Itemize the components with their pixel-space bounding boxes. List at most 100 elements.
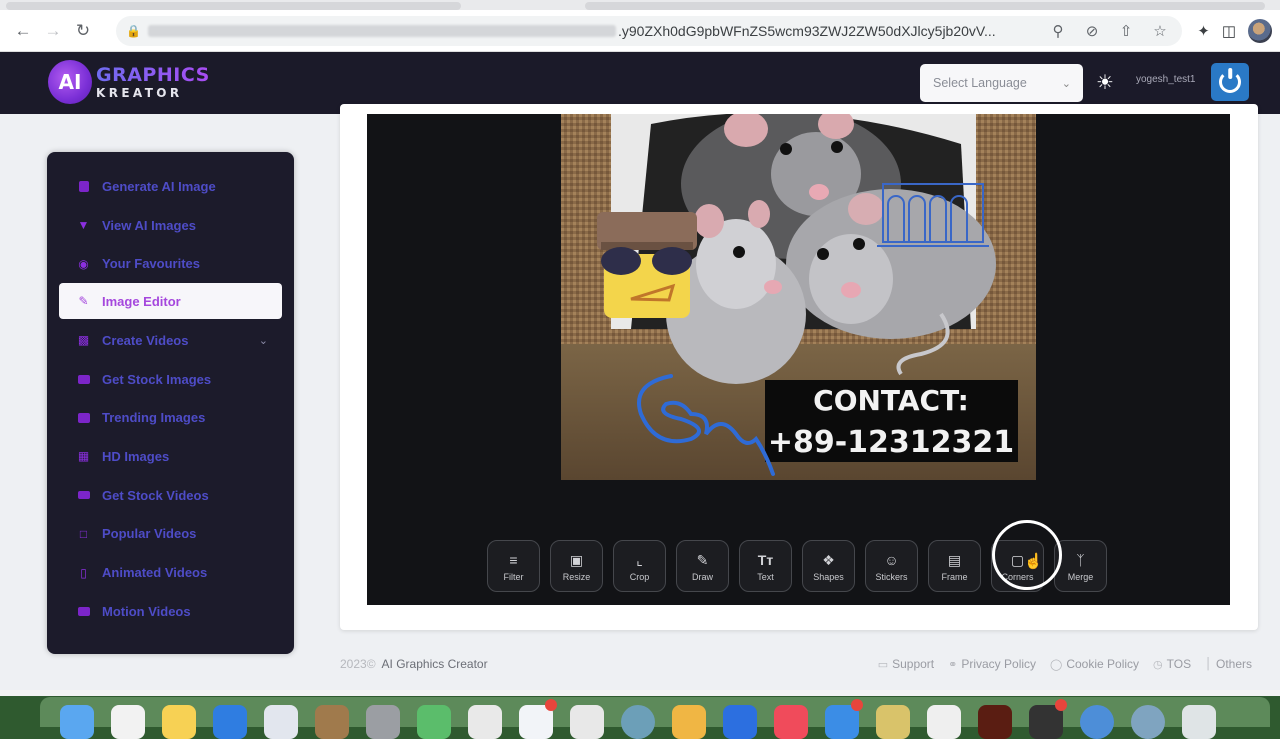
stickers-tool-button[interactable]: ☺ Stickers [865, 540, 918, 592]
logout-button[interactable] [1211, 63, 1249, 101]
draw-tool-button[interactable]: ✎ Draw [676, 540, 729, 592]
sidebar-item-hd-images[interactable]: ▦ HD Images [47, 437, 294, 476]
image-icon [77, 180, 90, 193]
dock-app-icon[interactable] [825, 699, 863, 739]
merge-tool-button[interactable]: ᛉ Merge [1054, 540, 1107, 592]
dock-app-icon[interactable] [519, 699, 557, 739]
trending-icon [77, 411, 90, 424]
sidebar-item-animated-videos[interactable]: ▯ Animated Videos [47, 553, 294, 592]
sidebar-item-label: Image Editor [102, 293, 181, 309]
resize-tool-button[interactable]: ▣ Resize [550, 540, 603, 592]
sidebar-item-motion-videos[interactable]: Motion Videos [47, 592, 294, 631]
dock-app-icon[interactable] [1029, 699, 1067, 739]
sticker-icon: ☺ [884, 551, 899, 568]
sidebar-item-label: Popular Videos [102, 526, 197, 542]
sidebar-item-your-favourites[interactable]: ◉ Your Favourites [47, 244, 294, 283]
sidebar-item-create-videos[interactable]: ▩ Create Videos ⌄ [47, 321, 294, 360]
share-icon[interactable]: ⇧ [1116, 22, 1136, 40]
language-select[interactable]: Select Language ⌄ [920, 64, 1083, 102]
username: yogesh_test1 [1136, 74, 1196, 85]
sun-icon[interactable]: ☀ [1094, 72, 1116, 94]
draw-icon: ✎ [696, 551, 709, 568]
url-text[interactable]: .y90ZXh0dG9pbWFnZS5wcm93ZWJ2ZW50dXJlcy5j… [618, 23, 1038, 39]
footer-link-cookie-policy[interactable]: ◯ Cookie Policy [1050, 657, 1139, 671]
sidebar-item-trending-images[interactable]: Trending Images [47, 398, 294, 437]
footer-link-label: Others [1215, 657, 1252, 671]
sidebar-item-popular-videos[interactable]: □ Popular Videos [47, 515, 294, 554]
logo[interactable]: AI GRAPHICS KREATOR [48, 60, 210, 104]
dock-app-icon[interactable] [264, 705, 298, 739]
zoom-icon[interactable]: ⚲ [1048, 22, 1068, 40]
footer-link-label: Privacy Policy [961, 657, 1037, 671]
sunglasses-hat-face-sticker [597, 212, 697, 318]
image-svg: CONTACT: +89-12312321 [561, 114, 1036, 480]
dock-app-icon[interactable] [111, 705, 145, 739]
chevron-down-icon[interactable]: ⌄ [259, 334, 268, 347]
dock-app-icon[interactable] [1080, 705, 1114, 739]
profile-avatar[interactable] [1248, 19, 1272, 43]
sidebar-item-image-editor[interactable]: ✎ Image Editor [59, 283, 282, 320]
extensions-icon[interactable]: ✦ [1197, 22, 1210, 40]
dock-app-icon[interactable] [570, 705, 604, 739]
dock-app-icon[interactable] [1131, 705, 1165, 739]
editor-canvas[interactable]: CONTACT: +89-12312321 ≡ Filter ▣ Resize ⌞ C… [367, 114, 1230, 605]
trophy-icon: ▼ [77, 218, 90, 233]
dock-app-icon[interactable] [213, 705, 247, 739]
hand-cursor-icon: ☝ [1024, 553, 1043, 570]
sidebar-item-view-ai-images[interactable]: ▼ View AI Images [47, 206, 294, 245]
tool-label: Text [757, 571, 774, 582]
footer: 2023© AI Graphics Creator ▭ Support ⚭ Priv… [340, 653, 1258, 675]
dock-app-icon[interactable] [723, 705, 757, 739]
side-panel-icon[interactable]: ◫ [1222, 22, 1236, 40]
text-tool-button[interactable]: Tт Text [739, 540, 792, 592]
dock-app-icon[interactable] [672, 705, 706, 739]
dock-app-icon[interactable] [417, 705, 451, 739]
video-icon: ▩ [77, 333, 90, 348]
sidebar-item-get-stock-videos[interactable]: Get Stock Videos [47, 476, 294, 515]
footer-year: 2023© [340, 657, 376, 671]
star-icon[interactable]: ☆ [1150, 22, 1170, 40]
crop-icon: ⌞ [636, 551, 643, 568]
sidebar-item-label: Animated Videos [102, 565, 208, 581]
footer-link-privacy-policy[interactable]: ⚭ Privacy Policy [948, 657, 1036, 671]
popular-icon: □ [79, 526, 88, 541]
sidebar-item-label: View AI Images [102, 217, 196, 233]
dock-app-icon[interactable] [927, 705, 961, 739]
edited-image[interactable]: CONTACT: +89-12312321 [561, 114, 1036, 480]
frame-icon: ▤ [947, 551, 962, 568]
browser-tab[interactable] [585, 2, 1265, 10]
dock-app-icon[interactable] [978, 705, 1012, 739]
editor-toolbar: ≡ Filter ▣ Resize ⌞ Crop ✎ Draw Tт Text ❖ Shap… [487, 540, 1107, 592]
dock-app-icon[interactable] [1182, 705, 1216, 739]
sidebar-item-generate-ai-image[interactable]: Generate AI Image [47, 167, 294, 206]
logo-line2: KREATOR [96, 85, 183, 100]
dock-app-icon[interactable] [60, 705, 94, 739]
filter-tool-button[interactable]: ≡ Filter [487, 540, 540, 592]
crop-tool-button[interactable]: ⌞ Crop [613, 540, 666, 592]
address-bar[interactable]: 🔒 .y90ZXh0dG9pbWFnZS5wcm93ZWJ2ZW50dXJlcy… [116, 16, 1182, 46]
chevron-down-icon: ⌄ [1061, 77, 1071, 90]
eye-off-icon[interactable]: ⊘ [1082, 22, 1102, 40]
back-arrow-icon[interactable]: ← [8, 16, 38, 46]
dock-app-icon[interactable] [774, 705, 808, 739]
footer-link-tos[interactable]: ◷ TOS [1153, 657, 1191, 671]
dock-app-icon[interactable] [468, 705, 502, 739]
image-editor-card: CONTACT: +89-12312321 ≡ Filter ▣ Resize ⌞ C… [340, 104, 1258, 630]
url-blurred-portion [148, 25, 616, 37]
dock-app-icon[interactable] [366, 705, 400, 739]
shapes-tool-button[interactable]: ❖ Shapes [802, 540, 855, 592]
forward-arrow-icon[interactable]: → [38, 16, 68, 46]
footer-link-others[interactable]: │ Others [1205, 657, 1252, 671]
tool-label: Shapes [813, 571, 844, 582]
dock-app-icon[interactable] [162, 705, 196, 739]
dock-app-icon[interactable] [315, 705, 349, 739]
reload-icon[interactable]: ↻ [68, 16, 98, 46]
frame-tool-button[interactable]: ▤ Frame [928, 540, 981, 592]
logo-line1: GRAPHICS [96, 63, 210, 86]
sidebar-item-get-stock-images[interactable]: Get Stock Images [47, 360, 294, 399]
dock-app-icon[interactable] [621, 705, 655, 739]
dock-app-icon[interactable] [876, 705, 910, 739]
browser-tab[interactable] [6, 2, 461, 10]
footer-link-support[interactable]: ▭ Support [878, 657, 934, 671]
cookie-icon: ◯ [1050, 658, 1063, 671]
